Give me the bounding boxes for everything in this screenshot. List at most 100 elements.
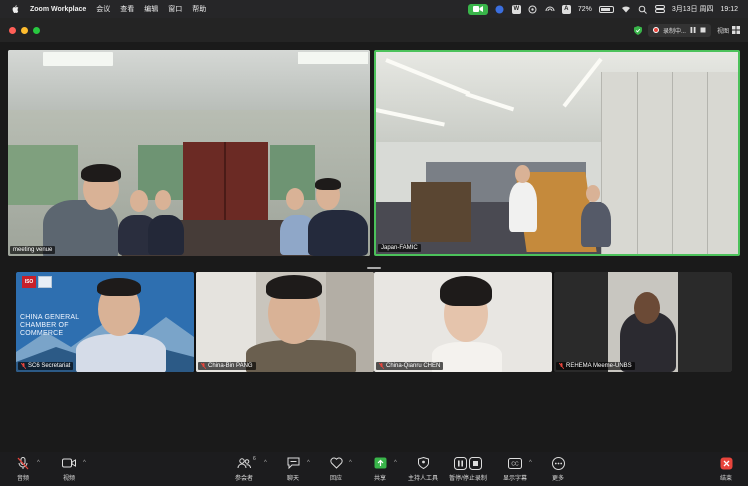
chat-options-chevron-icon[interactable]: ^ — [307, 460, 310, 466]
shield-icon[interactable] — [633, 25, 642, 35]
record-controls-label: 暂停/停止录制 — [449, 476, 487, 482]
pause-icon[interactable] — [690, 27, 696, 33]
menu-edit[interactable]: 编辑 — [144, 4, 158, 14]
meeting-toolbar: 音频 ^ 视频 ^ 参会者 6 ^ 聊天 ^ 回应 ^ 共享 ^ 主持人工具 暂… — [0, 452, 748, 486]
participant-figure — [148, 215, 184, 255]
airdrop-icon[interactable] — [545, 4, 555, 14]
share-options-chevron-icon[interactable]: ^ — [394, 460, 397, 466]
menu-date[interactable]: 3月13日 周四 — [672, 4, 714, 14]
tray-w-icon[interactable]: W — [511, 4, 521, 14]
participant-head — [155, 190, 171, 210]
participant-head — [130, 190, 148, 212]
wifi-icon[interactable] — [621, 4, 631, 14]
share-screen-icon — [373, 456, 387, 470]
participant-head — [634, 292, 660, 324]
captions-options-chevron-icon[interactable]: ^ — [529, 460, 532, 466]
participants-icon — [237, 456, 251, 470]
chat-icon — [286, 456, 300, 470]
background-slide-text: CHINA GENERAL CHAMBER OF COMMERCE — [20, 314, 80, 337]
view-label: 视图 — [716, 28, 729, 35]
participant-figure — [509, 182, 537, 232]
audio-options-chevron-icon[interactable]: ^ — [37, 460, 40, 466]
reactions-label: 回应 — [329, 476, 342, 482]
organization-logo — [38, 276, 52, 288]
zoom-tray-video-icon[interactable] — [467, 3, 488, 15]
menu-window[interactable]: 窗口 — [168, 4, 182, 14]
captions-label: 显示字幕 — [502, 476, 527, 482]
menu-view[interactable]: 查看 — [120, 4, 134, 14]
svg-text:CC: CC — [511, 461, 519, 467]
stop-icon[interactable] — [700, 27, 706, 33]
app-name-menu[interactable]: Zoom Workplace — [30, 6, 86, 13]
video-label: 视频 — [62, 476, 75, 482]
mic-muted-icon — [559, 363, 564, 369]
audio-label: 音频 — [16, 476, 29, 482]
storage-cabinets — [601, 72, 738, 254]
participants-count: 6 — [253, 456, 256, 462]
record-controls-button[interactable]: 暂停/停止录制 — [448, 456, 488, 482]
tile-name-label: Japan-FAMIC — [378, 244, 421, 252]
participants-button[interactable]: 参会者 — [224, 456, 264, 482]
participant-head — [515, 165, 530, 183]
iso-logo-text: ISO — [24, 279, 34, 285]
video-tile-japan-famic[interactable]: Japan-FAMIC — [374, 50, 740, 256]
battery-icon[interactable] — [598, 5, 614, 13]
tile-name-label: China-Bin PANG — [198, 362, 256, 370]
tray-app-icon[interactable] — [495, 4, 505, 14]
video-options-chevron-icon[interactable]: ^ — [83, 460, 86, 466]
host-tools-button[interactable]: 主持人工具 — [403, 456, 443, 482]
apple-icon[interactable] — [10, 4, 20, 14]
wooden-door — [183, 142, 268, 232]
fullscreen-window-button[interactable] — [33, 26, 40, 34]
tile-name-label: SC6 Secretariat — [18, 362, 74, 370]
share-label: 共享 — [373, 476, 386, 482]
mic-muted-icon — [16, 456, 30, 470]
reactions-options-chevron-icon[interactable]: ^ — [349, 460, 352, 466]
closed-captions-icon: CC — [508, 456, 522, 470]
video-tile-sc6-secretariat[interactable]: ISO CHINA GENERAL CHAMBER OF COMMERCE SC… — [16, 272, 194, 372]
view-button[interactable]: 视图 — [717, 26, 740, 35]
tray-circle-icon[interactable] — [528, 4, 538, 14]
video-tile-meeting-venue[interactable]: meeting venue — [8, 50, 370, 256]
shield-icon — [416, 456, 430, 470]
participant-name: China-Bin PANG — [208, 363, 253, 369]
control-center-icon[interactable] — [654, 4, 665, 14]
participants-options-chevron-icon[interactable]: ^ — [264, 460, 267, 466]
iso-logo: ISO — [22, 276, 36, 288]
chat-label: 聊天 — [286, 476, 299, 482]
recording-label: 录制中... — [662, 28, 686, 35]
recording-dot-icon — [652, 27, 659, 33]
input-method-icon[interactable]: A — [561, 4, 571, 14]
minimize-window-button[interactable] — [21, 26, 28, 34]
end-meeting-button[interactable]: 结束 — [706, 456, 746, 482]
more-label: 更多 — [551, 476, 564, 482]
search-icon[interactable] — [638, 4, 648, 14]
participant-figure — [308, 210, 368, 256]
menu-meeting[interactable]: 会议 — [96, 4, 110, 14]
participant-figure — [581, 202, 611, 247]
macos-menu-bar: Zoom Workplace 会议 查看 编辑 窗口 帮助 W A 72% 3月… — [0, 0, 748, 18]
video-tile-qianru-chen[interactable]: China-Qianru CHEN — [374, 272, 552, 372]
video-tile-rehema-meeme[interactable]: REHEMA Meeme-UNBS — [554, 272, 732, 372]
participant-gallery-row: ISO CHINA GENERAL CHAMBER OF COMMERCE SC… — [16, 272, 732, 372]
participant-figure — [246, 340, 356, 372]
participant-name: REHEMA Meeme-UNBS — [566, 363, 632, 369]
gallery-resize-handle[interactable] — [367, 267, 381, 269]
end-meeting-label: 结束 — [719, 476, 732, 482]
participant-head — [286, 188, 304, 210]
end-call-icon — [719, 456, 733, 470]
pause-stop-record-icon — [454, 456, 482, 470]
participant-name: China-Qianru CHEN — [386, 363, 441, 369]
video-tile-bin-pang[interactable]: China-Bin PANG — [196, 272, 374, 372]
bookshelf — [411, 182, 471, 242]
camera-icon — [62, 456, 76, 470]
more-button[interactable]: 更多 — [538, 456, 578, 482]
menu-help[interactable]: 帮助 — [192, 4, 206, 14]
heart-icon — [329, 456, 343, 470]
participant-hair — [266, 275, 322, 299]
close-window-button[interactable] — [9, 26, 16, 34]
host-tools-label: 主持人工具 — [407, 476, 438, 482]
participant-hair — [440, 276, 492, 306]
menu-clock[interactable]: 19:12 — [720, 6, 738, 13]
recording-indicator[interactable]: 录制中... — [647, 23, 711, 37]
